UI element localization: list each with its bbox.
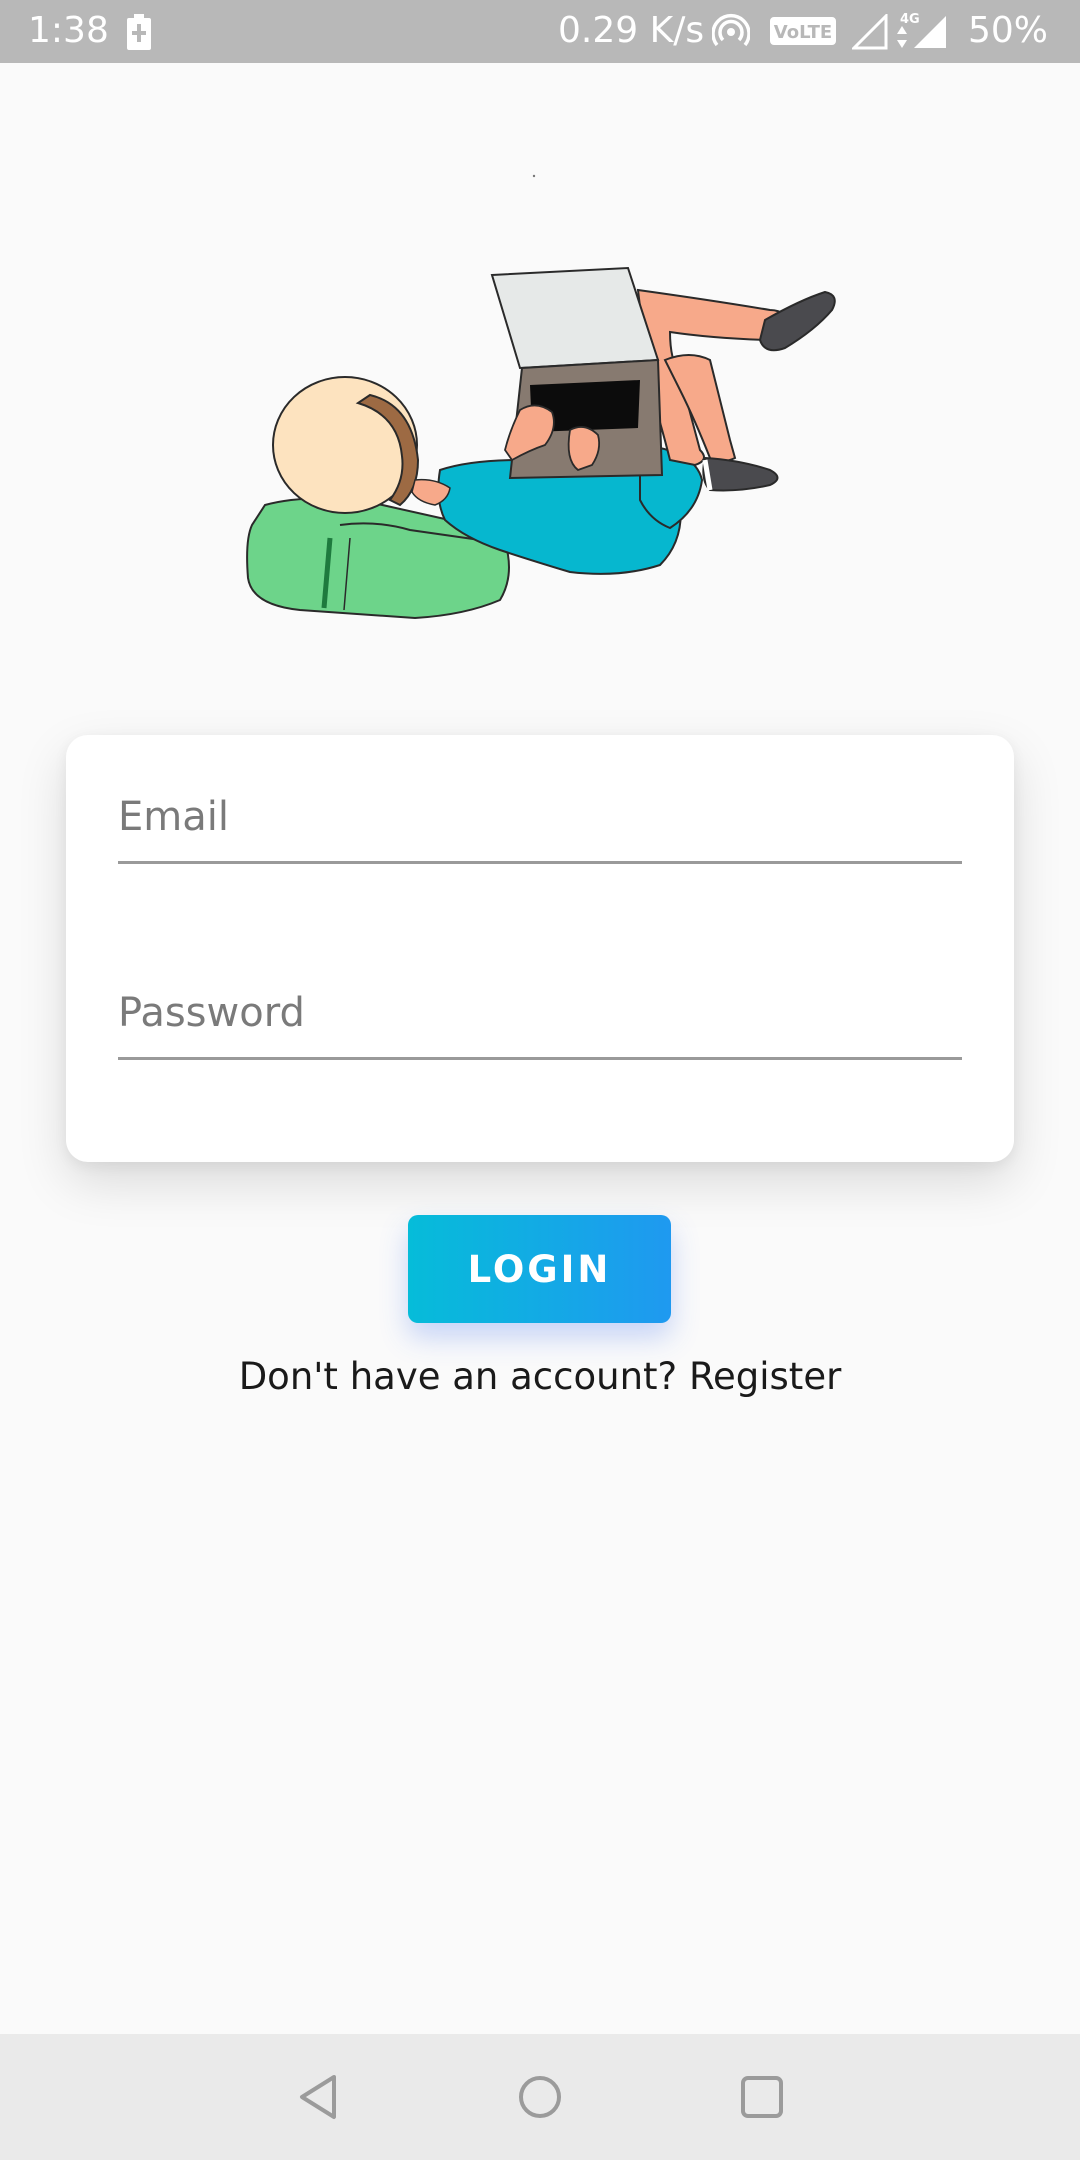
email-field-container <box>118 775 962 885</box>
status-time: 1:38 <box>28 10 109 51</box>
password-field-container <box>118 971 962 1081</box>
register-prompt: Don't have an account? Register <box>0 1355 1080 1398</box>
email-underline <box>118 861 962 864</box>
network-speed: 0.29 K/s <box>558 10 705 51</box>
password-underline <box>118 1057 962 1060</box>
login-button[interactable]: LOGIN <box>408 1215 671 1323</box>
hotspot-icon <box>712 14 750 47</box>
password-input[interactable] <box>118 971 962 1055</box>
login-card <box>66 735 1014 1162</box>
register-link[interactable]: Register <box>689 1355 841 1398</box>
signal-empty-icon <box>852 14 888 50</box>
data-arrows-icon <box>897 26 907 48</box>
back-icon[interactable] <box>288 2065 352 2129</box>
battery-charging-icon <box>127 14 151 50</box>
status-bar: 1:38 0.29 K/s VoLTE 4G 50% <box>0 0 1080 63</box>
recents-icon[interactable] <box>730 2065 794 2129</box>
login-screen: 1:38 0.29 K/s VoLTE 4G 50% Email LOGIN D… <box>0 0 1080 2160</box>
person-with-laptop-illustration <box>246 174 836 620</box>
navigation-bar <box>0 2034 1080 2160</box>
volte-badge: VoLTE <box>770 17 836 45</box>
battery-level: 50% <box>968 10 1049 51</box>
signal-full-icon <box>914 16 946 48</box>
email-input[interactable] <box>118 775 962 859</box>
home-icon[interactable] <box>508 2065 572 2129</box>
register-prompt-text: Don't have an account? <box>238 1355 678 1398</box>
